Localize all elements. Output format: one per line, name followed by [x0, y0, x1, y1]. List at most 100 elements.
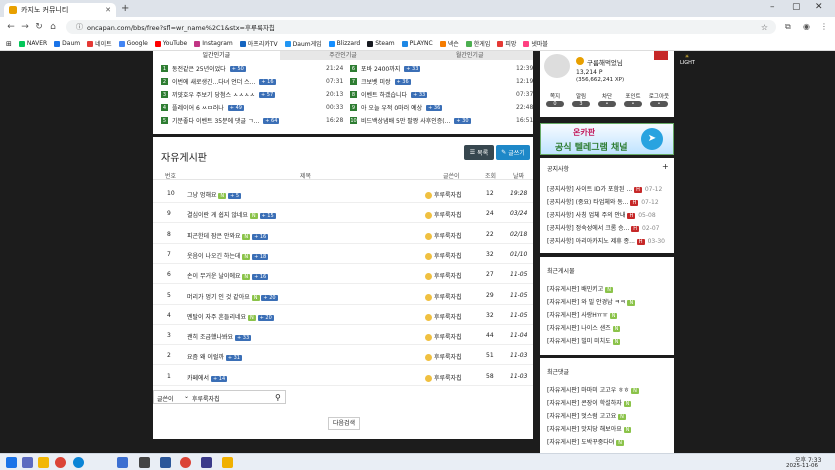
bookmark-item[interactable]: Google [118, 40, 148, 47]
notice-item[interactable]: [공지사항] 아리아카지노 제휴 종... H 03-30 [547, 236, 665, 245]
minimize-icon[interactable]: – [770, 2, 775, 12]
light-mode-toggle[interactable]: ☀ LIGHT [680, 54, 695, 66]
bookmark-item[interactable]: Daum게임 [284, 39, 322, 48]
list-item[interactable]: [자유게시판] 멋스럼 고고요 N [547, 411, 626, 420]
post-author[interactable]: 후루룩자칩 [425, 352, 462, 362]
write-button[interactable]: ✎ 글쓰기 [496, 145, 530, 160]
tab-weekly[interactable]: 주간인기글 [280, 51, 407, 60]
bookmark-item[interactable]: Blizzard [328, 40, 360, 47]
post-subject[interactable]: 요즘 왜 이럴까 + 31 [187, 352, 242, 362]
bookmark-item[interactable]: 넥슨 [439, 39, 459, 48]
bookmark-item[interactable]: 넷마블 [523, 39, 548, 48]
search-icon[interactable]: ⚲ [275, 393, 281, 402]
table-row[interactable]: 3 괜히 조급했나봐요 + 33 후루룩자칩 44 11-04 [153, 325, 533, 346]
telegram-banner[interactable]: 온카판 공식 텔레그램 채널 ➤ [540, 123, 674, 155]
post-author[interactable]: 후루룩자칩 [425, 271, 462, 281]
post-subject[interactable]: 결심이란 게 쉽지 않네요 N + 15 [187, 210, 276, 220]
task-view-icon[interactable] [22, 457, 33, 468]
post-author[interactable]: 후루룩자칩 [425, 190, 462, 199]
settings-icon[interactable] [654, 51, 668, 60]
list-item[interactable]: [자유게시판] 나이스 샌즈 N [547, 323, 621, 332]
post-subject[interactable]: 카페에서 + 14 [187, 373, 228, 382]
menu-icon[interactable]: ⋮ [820, 22, 828, 31]
windows-start-icon[interactable] [6, 457, 17, 468]
table-row[interactable]: 10 그냥 멍해요 N + 5 후루룩자칩 12 19:28 [153, 183, 533, 203]
post-author[interactable]: 후루룩자칩 [425, 312, 462, 321]
post-subject[interactable]: 웃음이 나오긴 하는데 N + 18 [187, 251, 269, 260]
post-author[interactable]: 후루룩자칩 [425, 373, 462, 382]
chrome-icon[interactable] [55, 457, 66, 468]
extensions-icon[interactable]: ⧉ [785, 22, 791, 32]
bookmark-star-icon[interactable]: ☆ [761, 23, 768, 32]
back-icon[interactable]: ← [4, 22, 18, 32]
word-icon[interactable] [160, 457, 171, 468]
app-icon[interactable] [222, 457, 233, 468]
bookmark-item[interactable]: Daum [54, 40, 80, 47]
post-subject[interactable]: 머리가 멍기 인 것 같아요 N + 20 [187, 292, 278, 301]
post-subject[interactable]: 손이 무거운 날이에요 N + 16 [187, 271, 269, 281]
stat-item[interactable]: 차단 • [595, 92, 619, 107]
bookmark-item[interactable]: YouTube [154, 40, 187, 47]
popular-item[interactable]: 7 크보벳 미쌍 + 36 [350, 76, 411, 87]
popular-item[interactable]: 6 포바 2400까지 + 33 [350, 63, 421, 74]
table-row[interactable]: 5 머리가 멍기 인 것 같아요 N + 20 후루룩자칩 29 11-05 [153, 285, 533, 305]
select-chevron-icon[interactable]: ⌄ [184, 393, 189, 400]
forward-icon[interactable]: → [18, 22, 32, 32]
notice-item[interactable]: [공지사항] 사칭 업체 주의 안내 H 05-08 [547, 210, 656, 219]
post-subject[interactable]: 그냥 멍해요 N + 5 [187, 190, 242, 199]
app-icon[interactable] [117, 457, 128, 468]
post-author[interactable]: 후루룩자칩 [425, 210, 462, 220]
profile-icon[interactable]: ◉ [803, 22, 810, 31]
list-item[interactable]: [자유게시판] 콘장이 학설하자 N [547, 398, 632, 407]
post-author[interactable]: 후루룩자칩 [425, 251, 462, 260]
table-row[interactable]: 4 멘탈이 자주 흔들리네요 N + 20 후루룩자칩 32 11-05 [153, 305, 533, 325]
tab-monthly[interactable]: 월간인기글 [406, 51, 533, 60]
list-item[interactable]: [자유게시판] 도박꾸중다뎌 N [547, 437, 624, 446]
bookmark-item[interactable]: NAVER [18, 40, 47, 47]
notice-item[interactable]: [공지사항] (중요) 타업체와 동... H 07-12 [547, 197, 659, 206]
address-bar[interactable]: ⓘ oncapan.com/bbs/free?sfl=wr_name%2C1&s… [66, 20, 776, 34]
stat-item[interactable]: 포인트 • [621, 92, 645, 107]
table-row[interactable]: 6 손이 무거운 날이에요 N + 16 후루룩자칩 27 11-05 [153, 264, 533, 285]
popular-item[interactable]: 3 끼얏호우 주보기 당첨스 ㅅㅅㅅㅅ + 57 [161, 89, 276, 100]
post-subject[interactable]: 멘탈이 자주 흔들리네요 N + 20 [187, 312, 274, 321]
bookmark-item[interactable]: 네이트 [87, 39, 112, 48]
new-tab-icon[interactable]: + [121, 3, 129, 14]
popular-item[interactable]: 2 이번에 새로생긴...다녀 언더 스... + 16 [161, 76, 276, 87]
chrome-icon[interactable] [180, 457, 191, 468]
table-row[interactable]: 8 피곤한데 잠은 안와요 N + 16 후루룩자칩 22 02/18 [153, 224, 533, 244]
search-field-select[interactable]: 글쓴이 [157, 394, 174, 403]
popular-item[interactable]: 9 아 오늘 우적 0마러 예상 + 36 [350, 102, 443, 113]
table-row[interactable]: 7 웃음이 나오긴 하는데 N + 18 후루룩자칩 32 01/10 [153, 244, 533, 264]
post-author[interactable]: 후루룩자칩 [425, 292, 462, 301]
notice-item[interactable]: [공지사항] 정숙성에서 크롬 승... H 02-07 [547, 223, 659, 232]
site-info-icon[interactable]: ⓘ [76, 22, 83, 32]
popular-item[interactable]: 4 플레이어 6 ㅆㅁ러나 + 49 [161, 102, 244, 113]
notice-more-icon[interactable]: + [662, 162, 669, 171]
bookmark-item[interactable]: 한게임 [465, 39, 490, 48]
post-author[interactable]: 후루룩자칩 [425, 231, 462, 240]
next-search-button[interactable]: 다음검색 [328, 417, 360, 430]
bookmark-item[interactable]: PLAYNC [401, 40, 433, 47]
search-input[interactable]: 후루룩자칩 [192, 394, 220, 403]
list-item[interactable]: [자유게시판] 맛지당 해보아요 N [547, 424, 632, 433]
list-button[interactable]: ☰ 목록 [464, 145, 494, 160]
post-subject[interactable]: 괜히 조급했나봐요 + 33 [187, 332, 252, 342]
bookmark-item[interactable]: 아프리카TV [239, 39, 278, 48]
tab-close-icon[interactable]: ✕ [105, 6, 111, 14]
post-subject[interactable]: 피곤한데 잠은 안와요 N + 16 [187, 231, 269, 240]
stat-item[interactable]: 쪽지 0 [543, 92, 567, 107]
maximize-icon[interactable]: ▢ [792, 2, 801, 12]
browser-tab[interactable]: 카지노 커뮤니티 ✕ [4, 3, 116, 17]
app-icon[interactable] [139, 457, 150, 468]
popular-item[interactable]: 10 비드백상냄배 5만 팔짱 사후인증(... + 30 [350, 115, 471, 126]
post-author[interactable]: 후루룩자칩 [425, 332, 462, 342]
list-item[interactable]: [자유게시판] 마마미 고고우 ㅎㅎ N [547, 385, 639, 394]
edge-icon[interactable] [73, 457, 84, 468]
list-item[interactable]: [자유게시판] 사랑Hㅠㅠ N [547, 310, 618, 319]
apps-grid-icon[interactable]: ⊞ [6, 40, 12, 48]
stat-item[interactable]: 로그아웃 • [647, 92, 671, 107]
home-icon[interactable]: ⌂ [46, 22, 60, 32]
list-item[interactable]: [자유게시판] 빌미 미치도 N [547, 336, 621, 345]
close-window-icon[interactable]: ✕ [815, 2, 823, 12]
